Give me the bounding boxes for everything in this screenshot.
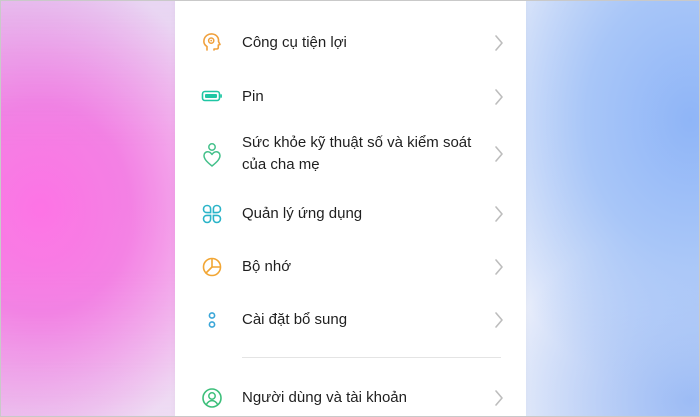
chevron-right-icon [495,89,503,105]
battery-icon [201,85,223,107]
settings-item-label: Pin [242,88,264,105]
settings-item-label: Bộ nhớ [242,258,292,275]
settings-item-label-line2: của cha mẹ [242,156,320,173]
settings-item-label: Quản lý ứng dụng [242,205,363,222]
section-divider [242,357,501,358]
head-gear-icon [201,31,223,53]
chevron-right-icon [495,259,503,275]
screenshot-stage: Công cụ tiện lợi Pin Sức khỏe kỹ thuật s… [0,0,700,417]
settings-item-additional-settings[interactable]: Cài đặt bổ sung [175,307,526,333]
chevron-right-icon [495,390,503,406]
settings-item-battery[interactable]: Pin [175,83,526,109]
settings-item-storage[interactable]: Bộ nhớ [175,254,526,280]
app-grid-icon [201,203,223,225]
settings-item-label: Công cụ tiện lợi [242,34,347,51]
chevron-right-icon [495,35,503,51]
heart-person-icon [201,141,223,169]
settings-item-app-management[interactable]: Quản lý ứng dụng [175,201,526,227]
chevron-right-icon [495,206,503,222]
chevron-right-icon [495,312,503,328]
settings-item-label-line1: Sức khỏe kỹ thuật số và kiểm soát [242,134,472,151]
settings-item-convenience-tools[interactable]: Công cụ tiện lợi [175,30,526,56]
settings-panel: Công cụ tiện lợi Pin Sức khỏe kỹ thuật s… [175,0,526,417]
two-dots-icon [201,309,223,331]
storage-pie-icon [201,256,223,278]
settings-item-label: Cài đặt bổ sung [242,311,348,328]
settings-item-users-accounts[interactable]: Người dùng và tài khoản [175,385,526,411]
user-icon [201,387,223,409]
settings-item-digital-wellbeing[interactable]: Sức khỏe kỹ thuật số và kiểm soát của ch… [175,131,526,177]
settings-item-label: Người dùng và tài khoản [242,389,407,406]
chevron-right-icon [495,146,503,162]
